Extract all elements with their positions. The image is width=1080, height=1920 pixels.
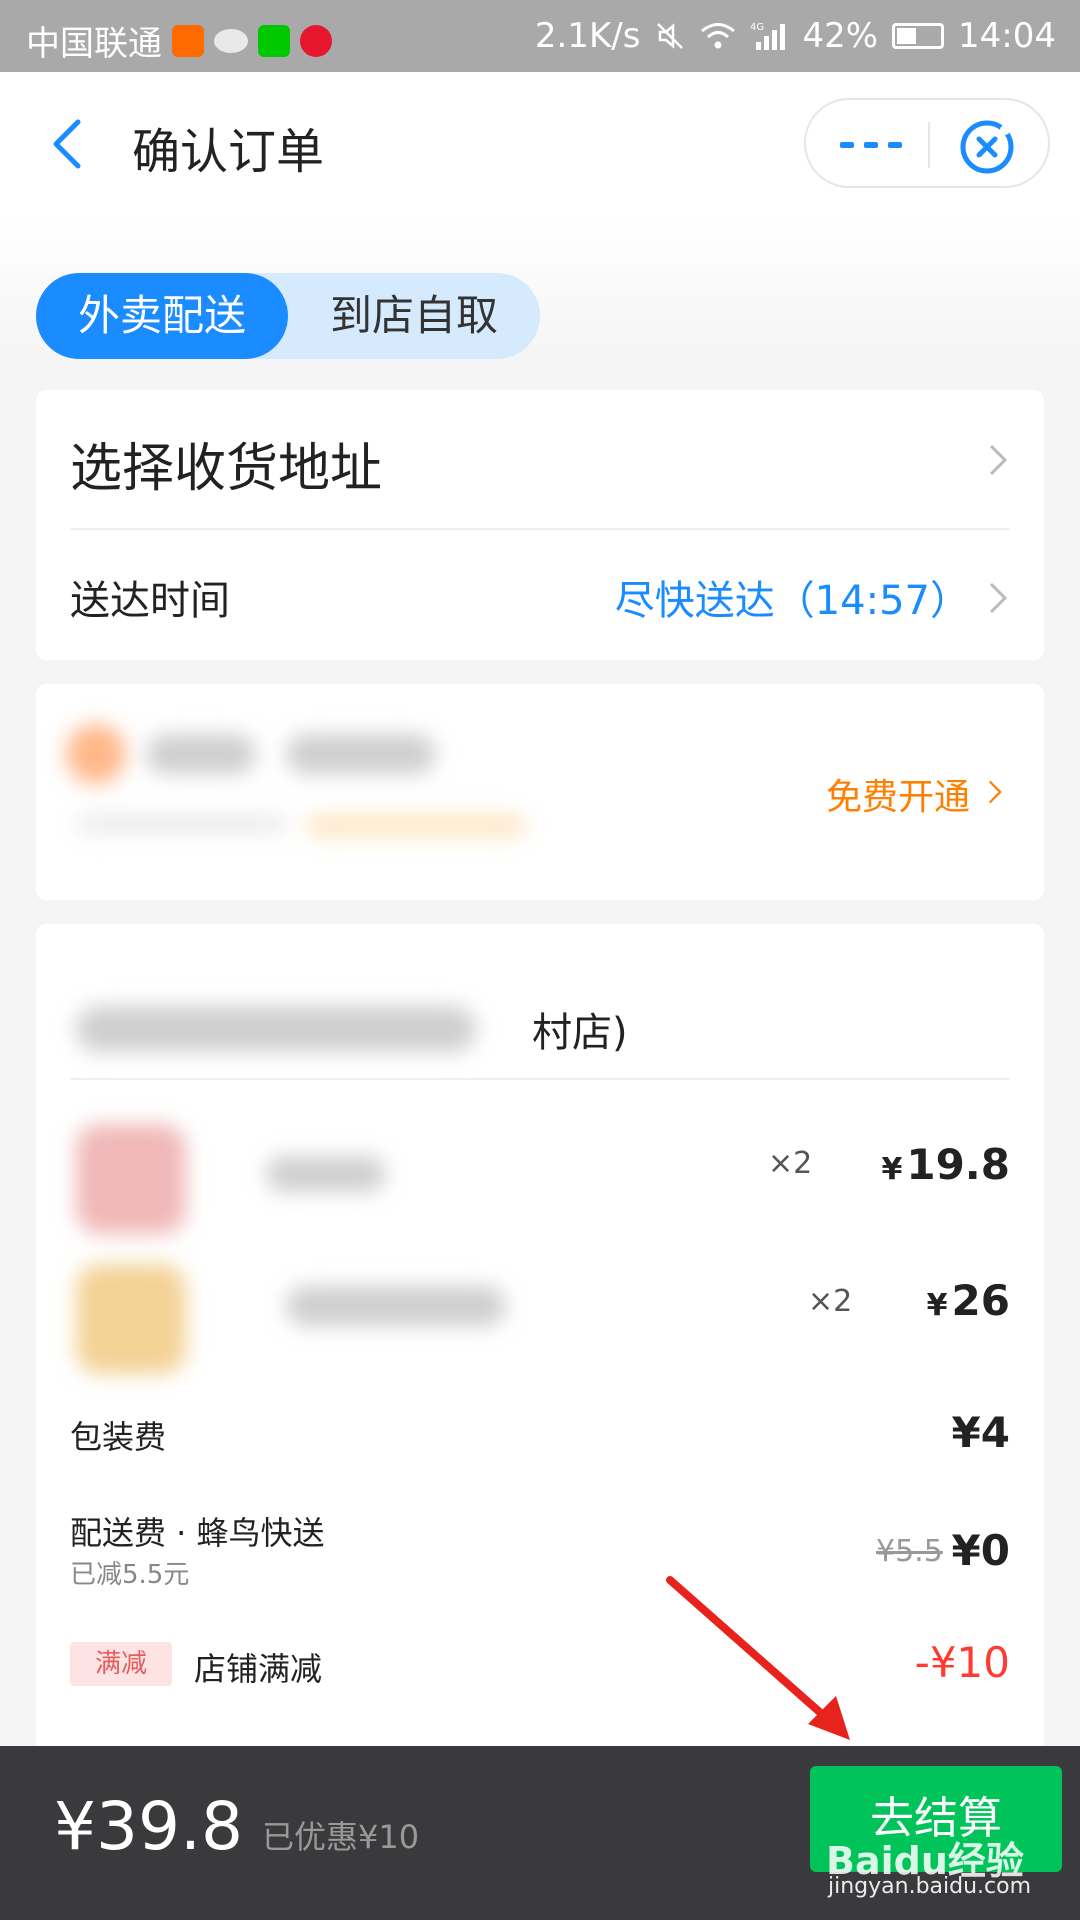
- tab-delivery[interactable]: 外卖配送: [36, 273, 288, 359]
- currency-symbol: ¥: [926, 1288, 948, 1323]
- blurred-item-image: [76, 1124, 186, 1234]
- discount-label: 店铺满减: [194, 1650, 323, 1688]
- delivery-mode-toggle: 外卖配送 到店自取: [36, 273, 540, 359]
- close-miniprogram-icon[interactable]: [958, 118, 1016, 176]
- chevron-right-icon: [989, 582, 1008, 614]
- clock: 14:04: [958, 16, 1056, 56]
- blurred-avatar: [66, 724, 126, 784]
- capsule-divider: [928, 122, 930, 168]
- red-arrow-annotation: [666, 1576, 850, 1740]
- battery-percent: 42%: [802, 16, 879, 56]
- membership-card: 免费开通: [36, 684, 1044, 900]
- item-quantity: ×2: [808, 1284, 853, 1319]
- item-price-value: 19.8: [906, 1140, 1010, 1189]
- status-bar: 中国联通 2.1K/s 4G 42% 14:04: [0, 0, 1080, 72]
- item-price: ¥19.8: [881, 1140, 1010, 1189]
- divider: [70, 528, 1010, 530]
- blurred-item-name: [286, 1286, 506, 1326]
- select-address-link[interactable]: 选择收货地址: [70, 426, 382, 501]
- mute-icon: [657, 23, 684, 49]
- divider: [70, 1078, 1010, 1080]
- wifi-icon: [701, 23, 736, 49]
- chevron-right-icon: [988, 780, 1002, 804]
- discount-tag: 满减: [70, 1642, 172, 1686]
- carrier-label: 中国联通: [26, 24, 162, 64]
- blurred-text: [146, 734, 256, 774]
- network-speed: 2.1K/s: [534, 16, 641, 56]
- header: 确认订单: [0, 72, 1080, 214]
- order-card: 村店) ×2 ¥19.8 ×2 ¥26 包装费 ¥4 配送费 · 蜂鸟快送 已减…: [36, 924, 1044, 1764]
- page-title: 确认订单: [132, 124, 325, 180]
- watermark-url: jingyan.baidu.com: [828, 1874, 1032, 1899]
- delivery-fee-note: 已减5.5元: [70, 1560, 190, 1590]
- blurred-text: [286, 734, 436, 774]
- blurred-text: [306, 814, 526, 838]
- delivery-fee-original: ¥5.5: [876, 1534, 943, 1569]
- address-card: 选择收货地址 送达时间 尽快送达（14:57）: [36, 390, 1044, 660]
- item-price-value: 26: [951, 1276, 1010, 1325]
- battery-icon: [892, 23, 945, 49]
- back-icon[interactable]: [40, 114, 100, 174]
- packing-fee-label: 包装费: [70, 1418, 167, 1456]
- saved-amount: 已优惠¥10: [262, 1818, 420, 1856]
- shop-name: 村店): [532, 1010, 628, 1056]
- item-price: ¥26: [927, 1276, 1010, 1325]
- network-type: 4G: [750, 22, 764, 33]
- currency-symbol: ¥: [881, 1152, 903, 1187]
- item-quantity: ×2: [768, 1146, 813, 1181]
- more-icon[interactable]: [836, 120, 906, 170]
- cloud-icon: [214, 28, 248, 53]
- signal-icon: 4G: [750, 22, 786, 50]
- delivery-time-label: 送达时间: [70, 578, 230, 624]
- blurred-item-image: [76, 1264, 186, 1374]
- mini-program-capsule: [804, 98, 1050, 188]
- blurred-shop-name: [76, 1006, 476, 1052]
- blurred-text: [76, 814, 286, 834]
- delivery-time-value[interactable]: 尽快送达（14:57）: [615, 568, 970, 626]
- free-activate-link[interactable]: 免费开通: [826, 768, 970, 820]
- delivery-fee-label: 配送费 · 蜂鸟快送: [70, 1514, 325, 1552]
- tab-pickup[interactable]: 到店自取: [288, 273, 540, 359]
- delivery-fee-value: ¥0: [951, 1526, 1010, 1575]
- weibo-icon: [300, 24, 332, 57]
- taobao-icon: [172, 24, 204, 57]
- total-price: ¥39.8: [54, 1788, 243, 1865]
- chevron-right-icon: [989, 444, 1008, 476]
- discount-value: -¥10: [914, 1638, 1010, 1687]
- iqiyi-icon: [258, 24, 290, 57]
- blurred-item-name: [266, 1156, 386, 1192]
- packing-fee-value: ¥4: [951, 1408, 1010, 1457]
